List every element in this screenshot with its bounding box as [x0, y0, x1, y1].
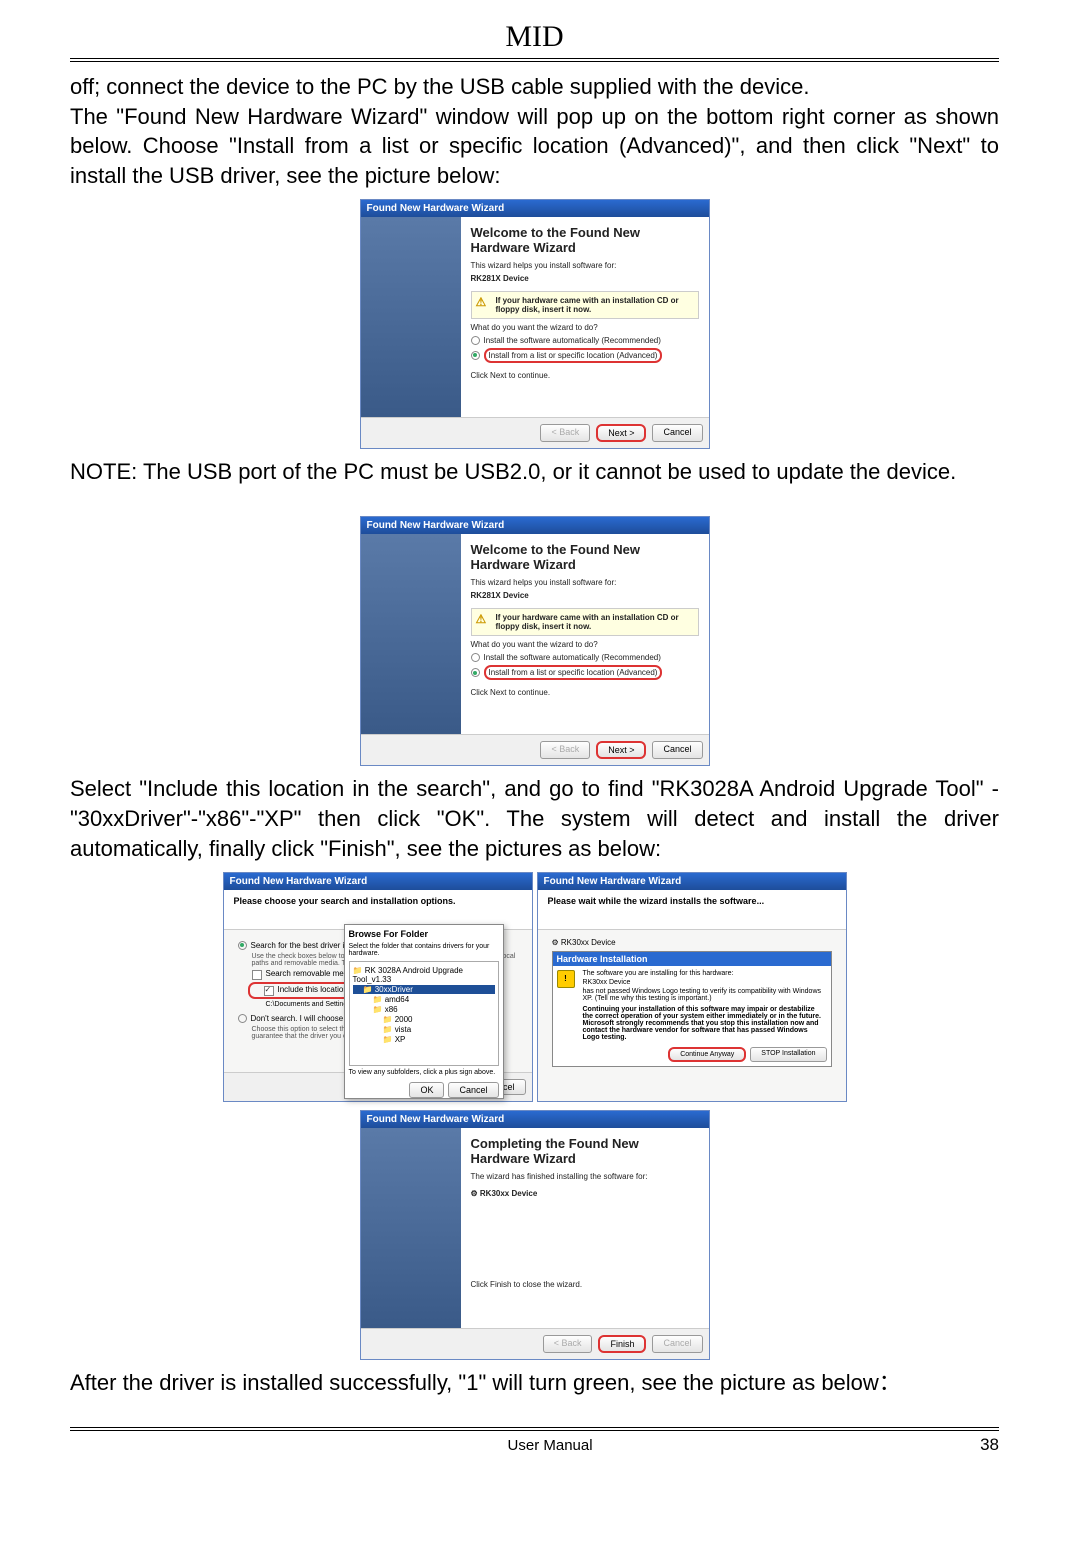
wizard2-heading: Welcome to the Found New Hardware Wizard	[471, 542, 699, 572]
paragraph-4: After the driver is installed successful…	[70, 1368, 999, 1398]
radio-circle-checked-icon	[471, 668, 480, 677]
radio-circle-checked-icon	[238, 941, 247, 950]
continue-anyway-button[interactable]: Continue Anyway	[668, 1047, 746, 1062]
radio2-list-label: Install from a list or specific location…	[484, 665, 663, 680]
radio2-auto[interactable]: Install the software automatically (Reco…	[471, 653, 699, 662]
hw-warn3: has not passed Windows Logo testing to v…	[583, 988, 827, 1002]
radio-circle-icon	[238, 1014, 247, 1023]
radio2-auto-label: Install the software automatically (Reco…	[484, 653, 661, 662]
install-header: Please wait while the wizard installs th…	[538, 890, 846, 930]
radio2-list[interactable]: Install from a list or specific location…	[471, 665, 699, 680]
radio-circle-icon	[471, 336, 480, 345]
paragraph-2: The "Found New Hardware Wizard" window w…	[70, 102, 999, 191]
wizard-info-box: If your hardware came with an installati…	[471, 291, 699, 319]
wizard2-question: What do you want the wizard to do?	[471, 640, 699, 649]
figure-side-by-side: Found New Hardware Wizard Please choose …	[70, 872, 999, 1102]
browse-titlebar: Found New Hardware Wizard	[224, 873, 532, 890]
wizard-heading: Welcome to the Found New Hardware Wizard	[471, 225, 699, 255]
install-titlebar: Found New Hardware Wizard	[538, 873, 846, 890]
hw-warn4: Continuing your installation of this sof…	[583, 1006, 827, 1041]
paragraph-3: Select "Include this location in the sea…	[70, 774, 999, 863]
browse-dialog-title: Browse For Folder	[349, 929, 499, 939]
hw-warn1: The software you are installing for this…	[583, 970, 827, 977]
paragraph-1: off; connect the device to the PC by the…	[70, 72, 999, 102]
next-button[interactable]: Next >	[596, 424, 646, 442]
browse-cancel-button[interactable]: Cancel	[448, 1082, 498, 1098]
wizard-titlebar: Found New Hardware Wizard	[361, 200, 709, 217]
page-header-title: MID	[70, 20, 999, 54]
browse-ok-button[interactable]: OK	[409, 1082, 444, 1098]
complete-finish-text: Click Finish to close the wizard.	[471, 1280, 699, 1289]
checkbox-checked-icon	[264, 986, 274, 996]
folder-tree[interactable]: 📁 RK 3028A Android Upgrade Tool_v1.33 📁 …	[349, 961, 499, 1066]
radio-auto[interactable]: Install the software automatically (Reco…	[471, 336, 699, 345]
tree-2000[interactable]: 📁 2000	[353, 1015, 495, 1024]
wizard2-device-name: RK281X Device	[471, 591, 699, 600]
wizard-question: What do you want the wizard to do?	[471, 323, 699, 332]
footer-label: User Manual	[70, 1437, 980, 1454]
figure-wizard-2: Found New Hardware Wizard Welcome to the…	[70, 516, 999, 766]
checkbox-icon	[252, 970, 262, 980]
radio-list-label: Install from a list or specific location…	[484, 348, 663, 363]
tree-amd64[interactable]: 📁 amd64	[353, 995, 495, 1004]
hardware-install-dialog: Hardware Installation ! The software you…	[552, 951, 832, 1067]
install-device: ⚙ RK30xx Device	[552, 938, 832, 947]
figure-wizard-1: Found New Hardware Wizard Welcome to the…	[70, 199, 999, 449]
cancel-button-2[interactable]: Cancel	[652, 741, 702, 759]
note-text: NOTE: The USB port of the PC must be USB…	[70, 457, 999, 487]
cancel-button[interactable]: Cancel	[652, 424, 702, 442]
complete-titlebar: Found New Hardware Wizard	[361, 1111, 709, 1128]
tree-xp[interactable]: 📁 XP	[353, 1035, 495, 1044]
wizard2-click-next: Click Next to continue.	[471, 688, 699, 697]
hw-dialog-title: Hardware Installation	[553, 952, 831, 966]
wizard-click-next: Click Next to continue.	[471, 371, 699, 380]
complete-side-graphic	[361, 1128, 461, 1328]
complete-text: The wizard has finished installing the s…	[471, 1172, 699, 1181]
wizard-subtext: This wizard helps you install software f…	[471, 261, 699, 270]
wizard-device-name: RK281X Device	[471, 274, 699, 283]
wizard-side-graphic	[361, 217, 461, 417]
complete-back-button: < Back	[543, 1335, 593, 1353]
complete-cancel-button: Cancel	[652, 1335, 702, 1353]
radio-circle-icon	[471, 653, 480, 662]
page-number: 38	[980, 1435, 999, 1455]
browse-dialog: Browse For Folder Select the folder that…	[344, 924, 504, 1099]
next-button-2[interactable]: Next >	[596, 741, 646, 759]
back-button: < Back	[540, 424, 590, 442]
radio-auto-label: Install the software automatically (Reco…	[484, 336, 661, 345]
complete-heading: Completing the Found New Hardware Wizard	[471, 1136, 699, 1166]
footer-rule	[70, 1427, 999, 1431]
tree-30xx[interactable]: 📁 30xxDriver	[353, 985, 495, 994]
stop-install-button[interactable]: STOP Installation	[750, 1047, 826, 1062]
finish-button[interactable]: Finish	[598, 1335, 646, 1353]
header-rule	[70, 58, 999, 62]
wizard2-info-box: If your hardware came with an installati…	[471, 608, 699, 636]
wizard2-subtext: This wizard helps you install software f…	[471, 578, 699, 587]
hw-warn2: RK30xx Device	[583, 979, 827, 986]
warning-icon: !	[557, 970, 575, 988]
complete-device: ⚙ RK30xx Device	[471, 1189, 699, 1198]
wizard2-titlebar: Found New Hardware Wizard	[361, 517, 709, 534]
radio-list[interactable]: Install from a list or specific location…	[471, 348, 699, 363]
browse-tree-hint: To view any subfolders, click a plus sig…	[349, 1069, 499, 1076]
figure-wizard-complete: Found New Hardware Wizard Completing the…	[70, 1110, 999, 1360]
tree-root[interactable]: 📁 RK 3028A Android Upgrade Tool_v1.33	[353, 966, 495, 984]
back-button-2: < Back	[540, 741, 590, 759]
tree-vista[interactable]: 📁 vista	[353, 1025, 495, 1034]
radio-circle-checked-icon	[471, 351, 480, 360]
tree-x86[interactable]: 📁 x86	[353, 1005, 495, 1014]
browse-dialog-sub: Select the folder that contains drivers …	[349, 943, 499, 957]
wizard2-side-graphic	[361, 534, 461, 734]
